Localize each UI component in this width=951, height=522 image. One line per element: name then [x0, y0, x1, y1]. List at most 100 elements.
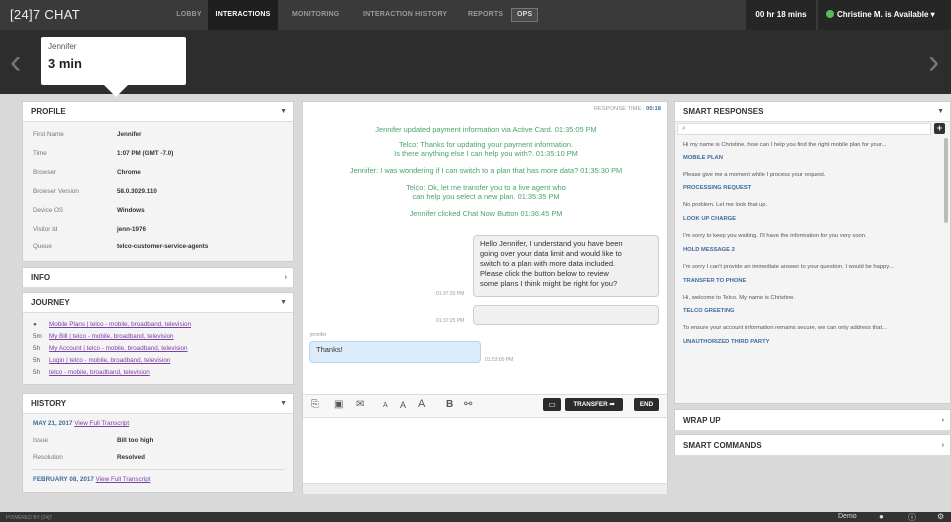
- view-transcript-link[interactable]: View Full Transcript: [96, 476, 151, 483]
- system-message: Is there anything else I can help you wi…: [394, 149, 578, 158]
- history-date: FEBRUARY 08, 2017: [33, 476, 94, 483]
- nav-ops[interactable]: OPS: [511, 8, 539, 22]
- info-title: INFO: [31, 273, 51, 282]
- response-time-value: 00:18: [646, 106, 661, 112]
- journey-link[interactable]: Mobile Plans | telco - mobile, broadband…: [49, 321, 191, 328]
- message-text: Thanks!: [316, 345, 343, 354]
- card-customer-name: Jennifer: [48, 42, 77, 51]
- smart-responses-header[interactable]: SMART RESPONSES ▼: [675, 102, 950, 122]
- agent-status-dropdown[interactable]: Christine M. is Available ▾: [818, 0, 951, 30]
- journey-link[interactable]: My Account | telco - mobile, broadband, …: [49, 345, 188, 352]
- history-date: MAY 21, 2017: [33, 420, 73, 427]
- message-input[interactable]: [303, 418, 667, 482]
- attach-icon[interactable]: ⎘: [311, 399, 319, 410]
- smart-response-text: Please give me a moment while I process …: [683, 172, 826, 178]
- smart-response-item[interactable]: TELCO GREETING: [675, 308, 939, 314]
- nav-monitoring[interactable]: MONITORING: [292, 0, 339, 30]
- journey-time: 5h: [33, 357, 41, 364]
- powered-by-text: POWERED BY [24]7: [6, 515, 53, 521]
- nav-interactions[interactable]: INTERACTIONS: [208, 0, 278, 30]
- system-message: can help you select a new plan. 01:35:35…: [412, 192, 560, 201]
- status-dot-icon: [826, 10, 834, 18]
- top-nav-bar: [24]7 CHAT LOBBY INTERACTIONS MONITORING…: [0, 0, 951, 30]
- smart-response-text: I'm sorry to keep you waiting. I'll have…: [683, 233, 867, 239]
- smart-response-item[interactable]: MOBILE PLAN: [675, 155, 939, 161]
- smart-response-item[interactable]: PROCESSING REQUEST: [675, 185, 939, 191]
- chevron-down-icon: ▼: [280, 299, 287, 306]
- email-icon[interactable]: ✉: [356, 399, 364, 410]
- field-label: Device OS: [33, 207, 64, 214]
- wrap-up-title: WRAP UP: [683, 416, 721, 425]
- active-conversation-card[interactable]: Jennifer 3 min: [41, 37, 186, 85]
- journey-link[interactable]: telco - mobile, broadband, television: [49, 369, 150, 376]
- journey-link[interactable]: Login | telco - mobile, broadband, telev…: [49, 357, 170, 364]
- add-response-icon[interactable]: +: [934, 123, 945, 134]
- settings-icon[interactable]: ⚙: [937, 512, 944, 521]
- profile-header[interactable]: PROFILE ▼: [23, 102, 293, 122]
- chevron-right-icon: ›: [941, 442, 944, 449]
- link-icon[interactable]: ⚯: [464, 399, 472, 410]
- font-small-icon[interactable]: A: [383, 402, 388, 409]
- chevron-left-icon[interactable]: ‹: [10, 42, 21, 82]
- divider: [31, 469, 285, 470]
- profile-panel: PROFILE ▼ First Name Jennifer Time 1:07 PM …: [22, 101, 294, 262]
- field-label: Time: [33, 150, 47, 157]
- bold-icon[interactable]: B: [446, 399, 453, 410]
- smart-responses-title: SMART RESPONSES: [683, 107, 764, 116]
- message-timestamp: 01:53:00 PM: [485, 357, 514, 363]
- share-arrow-icon: ➦: [609, 401, 615, 408]
- history-panel: HISTORY ▼ MAY 21, 2017 View Full Transcri…: [22, 393, 294, 493]
- info-panel: INFO ›: [22, 267, 294, 288]
- field-value: Chrome: [117, 169, 141, 176]
- journey-header[interactable]: JOURNEY ▼: [23, 293, 293, 313]
- agent-message-bubble-empty: [473, 305, 659, 325]
- message-line: Please click the button below to review: [480, 269, 609, 278]
- smart-response-item[interactable]: TRANSFER TO PHONE: [675, 278, 939, 284]
- field-value: Resolved: [117, 454, 145, 461]
- history-entry-date: FEBRUARY 08, 2017 View Full Transcript: [33, 476, 150, 483]
- smart-response-text: Hi, welcome to Telco. My name is Christi…: [683, 295, 796, 301]
- profile-row: First Name Jennifer: [33, 131, 142, 138]
- journey-time: 5h: [33, 369, 41, 376]
- profile-row: Browser Chrome: [33, 169, 141, 176]
- save-icon[interactable]: ▣: [334, 399, 343, 410]
- chat-bubble-icon[interactable]: ●: [879, 512, 884, 521]
- smart-response-item[interactable]: UNAUTHORIZED THIRD PARTY: [675, 339, 939, 345]
- wrap-up-panel: WRAP UP ›: [674, 409, 951, 431]
- agent-message-bubble: Hello Jennifer, I understand you have be…: [473, 235, 659, 297]
- font-medium-icon[interactable]: A: [400, 400, 406, 410]
- smart-search-input[interactable]: ⌕: [677, 123, 931, 135]
- field-value: Windows: [117, 207, 145, 214]
- end-button[interactable]: END: [634, 398, 659, 411]
- journey-link[interactable]: My Bill | telco - mobile, broadband, tel…: [49, 333, 173, 340]
- smart-commands-header[interactable]: SMART COMMANDS ›: [675, 435, 950, 456]
- smart-response-item[interactable]: LOOK UP CHARGE: [675, 216, 939, 222]
- wrap-up-header[interactable]: WRAP UP ›: [675, 410, 950, 431]
- nav-reports[interactable]: REPORTS: [468, 0, 503, 30]
- info-header[interactable]: INFO ›: [23, 268, 293, 288]
- scrollbar[interactable]: [944, 138, 948, 223]
- smart-response-text: To ensure your account information remai…: [683, 325, 887, 331]
- smart-response-item[interactable]: HOLD MESSAGE 2: [675, 247, 939, 253]
- response-time-label: RESPONSE TIME :: [593, 106, 645, 112]
- transfer-button[interactable]: TRANSFER ➦: [565, 398, 623, 411]
- smart-commands-title: SMART COMMANDS: [683, 441, 762, 450]
- font-large-icon[interactable]: A: [418, 398, 425, 410]
- nav-lobby[interactable]: LOBBY: [170, 0, 208, 30]
- history-header[interactable]: HISTORY ▼: [23, 394, 293, 414]
- journey-panel: JOURNEY ▼ ● Mobile Plans | telco - mobile,…: [22, 292, 294, 385]
- card-wait-time: 3 min: [48, 56, 82, 71]
- system-message: Jennifer: I was wondering if I can switc…: [349, 166, 623, 175]
- screen-share-icon[interactable]: ▭: [543, 398, 561, 411]
- field-label: Browser Version: [33, 188, 79, 195]
- chevron-down-icon: ▼: [280, 108, 287, 115]
- info-icon[interactable]: ⓘ: [908, 512, 916, 522]
- view-transcript-link[interactable]: View Full Transcript: [74, 420, 129, 427]
- history-title: HISTORY: [31, 399, 67, 408]
- system-message: Jennifer clicked Chat Now Button 01:36:4…: [409, 209, 563, 218]
- journey-item: 5h My Account | telco - mobile, broadband…: [33, 345, 188, 352]
- chevron-down-icon: ▾: [930, 10, 935, 19]
- chevron-right-icon[interactable]: ›: [928, 42, 939, 82]
- nav-interaction-history[interactable]: INTERACTION HISTORY: [363, 0, 447, 30]
- demo-label: Demo: [838, 513, 857, 520]
